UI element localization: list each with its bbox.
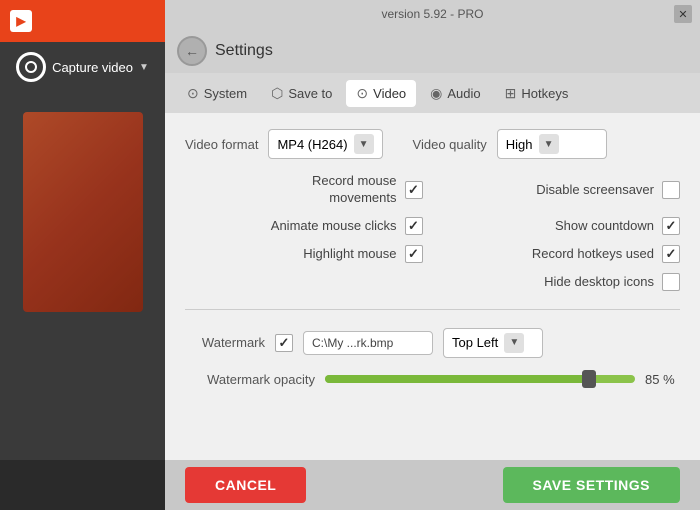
opacity-row: Watermark opacity 85 % (185, 372, 680, 387)
record-button[interactable] (16, 52, 46, 82)
format-value: MP4 (H264) (277, 137, 347, 152)
watermark-path[interactable]: C:\My ...rk.bmp (303, 331, 433, 355)
highlight-mouse-label: Highlight mouse (303, 246, 396, 261)
checkbox-row-record-mouse: Record mousemovements (185, 173, 423, 207)
format-dropdown[interactable]: MP4 (H264) ▼ (268, 129, 382, 159)
show-countdown-checkbox[interactable] (662, 217, 680, 235)
hide-icons-checkbox[interactable] (662, 273, 680, 291)
quality-dropdown-arrow: ▼ (539, 134, 559, 154)
format-group: Video format MP4 (H264) ▼ (185, 129, 383, 159)
chevron-down-icon: ▼ (139, 62, 149, 73)
checkbox-row-highlight-mouse: Highlight mouse (185, 245, 423, 263)
animate-clicks-label: Animate mouse clicks (271, 218, 397, 233)
header-row: ← Settings (165, 28, 700, 73)
back-button[interactable]: ← (177, 36, 207, 66)
opacity-value: 85 % (645, 372, 680, 387)
record-hotkeys-label: Record hotkeys used (532, 246, 654, 261)
record-inner (25, 61, 37, 73)
hotkeys-icon: ⊞ (505, 85, 517, 102)
format-quality-row: Video format MP4 (H264) ▼ Video quality … (185, 129, 680, 159)
audio-icon: ◉ (430, 85, 442, 102)
animate-clicks-checkbox[interactable] (405, 217, 423, 235)
tab-video[interactable]: ⊙ Video (346, 80, 416, 107)
slider-filled (325, 375, 589, 383)
close-button[interactable]: ✕ (674, 5, 692, 23)
tab-saveto[interactable]: ⬡ Save to (261, 80, 342, 107)
watermark-label: Watermark (185, 335, 265, 350)
sidebar-top: ▶ (0, 0, 165, 42)
tab-audio[interactable]: ◉ Audio (420, 80, 490, 107)
main-panel: version 5.92 - PRO ✕ ← Settings ⊙ System… (165, 0, 700, 510)
watermark-position-arrow: ▼ (504, 333, 524, 353)
video-icon: ⊙ (356, 85, 368, 102)
save-button[interactable]: SAVE SETTINGS (503, 467, 680, 503)
divider (185, 309, 680, 310)
version-text: version 5.92 - PRO (381, 7, 483, 21)
slider-thumb[interactable] (582, 370, 596, 388)
checkbox-row-hide-icons: Hide desktop icons (443, 273, 681, 291)
record-hotkeys-checkbox[interactable] (662, 245, 680, 263)
quality-value: High (506, 137, 533, 152)
bottom-bar: CANCEL SAVE SETTINGS (165, 460, 700, 510)
tabs-row: ⊙ System ⬡ Save to ⊙ Video ◉ Audio ⊞ Hot… (165, 73, 700, 113)
format-label: Video format (185, 137, 258, 152)
watermark-row: Watermark C:\My ...rk.bmp Top Left ▼ (185, 328, 680, 358)
titlebar: version 5.92 - PRO ✕ (165, 0, 700, 28)
disable-screensaver-label: Disable screensaver (536, 182, 654, 197)
capture-section[interactable]: Capture video ▼ (16, 52, 149, 82)
record-mouse-checkbox[interactable] (405, 181, 423, 199)
format-dropdown-arrow: ▼ (354, 134, 374, 154)
capture-label: Capture video (52, 60, 133, 75)
tab-hotkeys-label: Hotkeys (521, 86, 568, 101)
saveto-icon: ⬡ (271, 85, 283, 102)
system-icon: ⊙ (187, 85, 199, 102)
app-icon: ▶ (10, 10, 32, 32)
opacity-label: Watermark opacity (185, 372, 315, 387)
show-countdown-label: Show countdown (555, 218, 654, 233)
quality-label: Video quality (413, 137, 487, 152)
quality-group: Video quality High ▼ (413, 129, 607, 159)
settings-title: Settings (215, 42, 273, 60)
checkbox-row-animate-clicks: Animate mouse clicks (185, 217, 423, 235)
hide-icons-label: Hide desktop icons (544, 274, 654, 289)
opacity-slider[interactable] (325, 375, 635, 383)
cancel-button[interactable]: CANCEL (185, 467, 306, 503)
disable-screensaver-checkbox[interactable] (662, 181, 680, 199)
record-mouse-label: Record mousemovements (312, 173, 397, 207)
watermark-checkbox[interactable] (275, 334, 293, 352)
highlight-mouse-checkbox[interactable] (405, 245, 423, 263)
settings-panel: Video format MP4 (H264) ▼ Video quality … (165, 113, 700, 460)
checkbox-row-disable-screensaver: Disable screensaver (443, 173, 681, 207)
watermark-position-value: Top Left (452, 335, 498, 350)
tab-hotkeys[interactable]: ⊞ Hotkeys (495, 80, 579, 107)
sidebar-thumbnail (23, 112, 143, 312)
sidebar: ▶ Capture video ▼ (0, 0, 165, 510)
quality-dropdown[interactable]: High ▼ (497, 129, 607, 159)
tab-video-label: Video (373, 86, 406, 101)
sidebar-bottom-bar (0, 460, 165, 510)
tab-audio-label: Audio (447, 86, 480, 101)
checkbox-row-record-hotkeys: Record hotkeys used (443, 245, 681, 263)
checkboxes-section: Record mousemovements Disable screensave… (185, 173, 680, 291)
tab-saveto-label: Save to (288, 86, 332, 101)
watermark-position-dropdown[interactable]: Top Left ▼ (443, 328, 543, 358)
tab-system[interactable]: ⊙ System (177, 80, 257, 107)
checkbox-row-show-countdown: Show countdown (443, 217, 681, 235)
tab-system-label: System (204, 86, 247, 101)
